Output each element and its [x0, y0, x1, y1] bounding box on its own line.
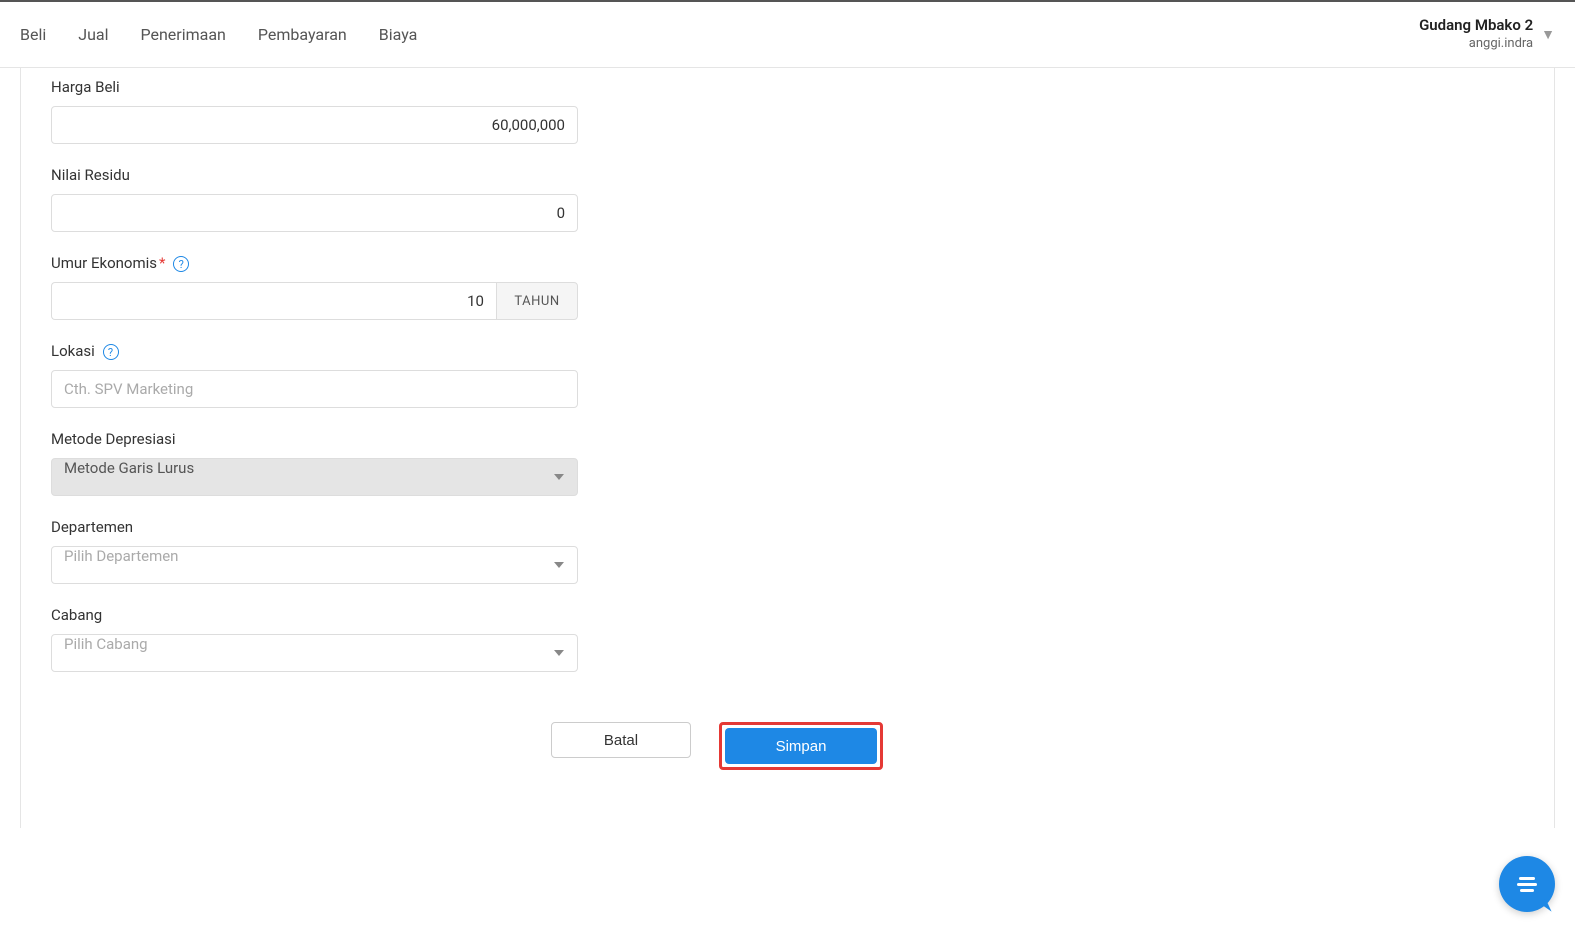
harga-beli-label: Harga Beli — [51, 78, 1524, 96]
nav-pembayaran[interactable]: Pembayaran — [258, 25, 347, 44]
help-icon[interactable]: ? — [173, 256, 189, 272]
chat-icon[interactable] — [1499, 856, 1555, 912]
nilai-residu-label: Nilai Residu — [51, 166, 1524, 184]
departemen-select[interactable]: Pilih Departemen — [51, 546, 578, 584]
user-email: anggi.indra — [1419, 36, 1533, 53]
nav-jual[interactable]: Jual — [78, 25, 108, 44]
harga-beli-input[interactable] — [51, 106, 578, 144]
lokasi-input[interactable] — [51, 370, 578, 408]
cancel-button[interactable]: Batal — [551, 722, 691, 758]
user-info[interactable]: Gudang Mbako 2 anggi.indra ▼ — [1419, 16, 1555, 52]
nav-penerimaan[interactable]: Penerimaan — [140, 25, 225, 44]
lokasi-label: Lokasi ? — [51, 342, 1524, 360]
required-asterisk: * — [159, 254, 165, 272]
help-icon[interactable]: ? — [103, 344, 119, 360]
company-name: Gudang Mbako 2 — [1419, 16, 1533, 36]
umur-ekonomis-label: Umur Ekonomis* ? — [51, 254, 1524, 272]
cabang-label: Cabang — [51, 606, 1524, 624]
nilai-residu-input[interactable] — [51, 194, 578, 232]
nav-biaya[interactable]: Biaya — [379, 25, 418, 44]
save-button-highlight: Simpan — [719, 722, 883, 770]
metode-depresiasi-select: Metode Garis Lurus — [51, 458, 578, 496]
departemen-label: Departemen — [51, 518, 1524, 536]
cabang-select[interactable]: Pilih Cabang — [51, 634, 578, 672]
nav-menu: Beli Jual Penerimaan Pembayaran Biaya — [20, 25, 417, 44]
chevron-down-icon[interactable]: ▼ — [1541, 26, 1555, 43]
save-button[interactable]: Simpan — [725, 728, 877, 764]
umur-ekonomis-input[interactable] — [51, 282, 496, 320]
nav-beli[interactable]: Beli — [20, 25, 46, 44]
umur-ekonomis-unit: TAHUN — [496, 282, 578, 320]
form-container: Harga Beli Nilai Residu Umur Ekonomis* ?… — [20, 68, 1555, 828]
metode-depresiasi-label: Metode Depresiasi — [51, 430, 1524, 448]
header: Beli Jual Penerimaan Pembayaran Biaya Gu… — [0, 2, 1575, 68]
